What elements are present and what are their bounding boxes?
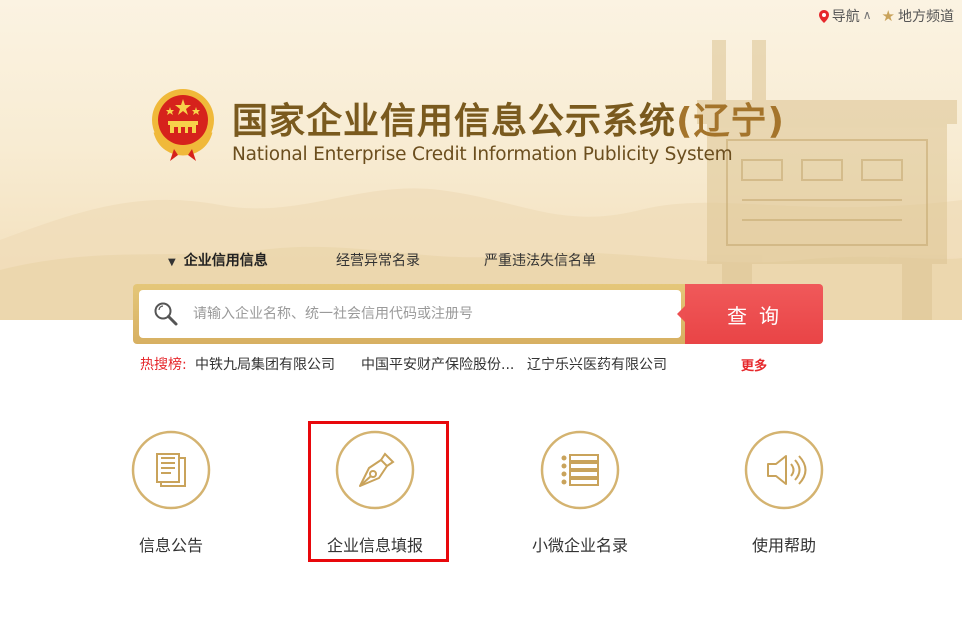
monument-illustration — [697, 40, 957, 320]
speaker-icon — [744, 430, 824, 510]
tab-label: 经营异常名录 — [336, 253, 420, 269]
feature-label: 企业信息填报 — [326, 536, 423, 555]
pen-nib-icon — [335, 430, 415, 510]
tab-label: 企业信用信息 — [183, 253, 268, 269]
search-tabs: ▼ 企业信用信息 经营异常名录 严重违法失信名单 — [0, 250, 962, 272]
feature-small-enterprise-list[interactable]: 小微企业名录 — [500, 430, 660, 556]
top-links: 导航 ∧ ★ 地方频道 — [818, 6, 954, 26]
triangle-down-icon: ▼ — [168, 257, 176, 268]
region-channel-label: 地方频道 — [898, 9, 954, 25]
feature-info-announcement[interactable]: 信息公告 — [91, 430, 251, 556]
hot-search-item[interactable]: 中铁九局集团有限公司 — [195, 354, 335, 374]
site-title-english: National Enterprise Credit Information P… — [232, 144, 733, 165]
hot-search-item[interactable]: 中国平安财产保险股份... — [361, 354, 514, 374]
feature-enterprise-report[interactable]: 企业信息填报 — [295, 430, 455, 556]
feature-label: 小微企业名录 — [531, 536, 628, 555]
search-bar: 查询 — [133, 284, 823, 344]
location-pin-icon — [818, 9, 829, 23]
feature-help[interactable]: 使用帮助 — [704, 430, 864, 556]
search-box — [139, 290, 681, 338]
nav-link[interactable]: 导航 ∧ — [818, 6, 872, 26]
region-channel-link[interactable]: ★ 地方频道 — [882, 6, 954, 26]
document-icon — [131, 430, 211, 510]
tab-enterprise-credit[interactable]: ▼ 企业信用信息 — [168, 250, 268, 270]
feature-label: 使用帮助 — [751, 536, 816, 555]
more-link[interactable]: 更多 — [741, 355, 767, 374]
list-icon — [540, 430, 620, 510]
hot-search-item[interactable]: 辽宁乐兴医药有限公司 — [527, 354, 667, 374]
site-title-main: 国家企业信用信息公示系统 — [232, 101, 677, 142]
search-button[interactable]: 查询 — [677, 284, 823, 344]
tab-abnormal-operations[interactable]: 经营异常名录 — [336, 250, 420, 270]
feature-label: 信息公告 — [138, 536, 203, 555]
tab-label: 严重违法失信名单 — [484, 253, 596, 269]
tab-serious-violations[interactable]: 严重违法失信名单 — [484, 250, 596, 270]
national-emblem-logo — [152, 89, 214, 161]
hot-search-label: 热搜榜: — [140, 357, 187, 373]
search-input[interactable] — [193, 306, 663, 322]
nav-link-label: 导航 — [831, 9, 860, 25]
star-icon: ★ — [881, 7, 895, 25]
site-title-region: (辽宁) — [676, 101, 785, 142]
chevron-up-icon: ∧ — [862, 8, 872, 22]
site-title: 国家企业信用信息公示系统(辽宁) — [232, 92, 785, 144]
search-icon — [154, 302, 178, 326]
